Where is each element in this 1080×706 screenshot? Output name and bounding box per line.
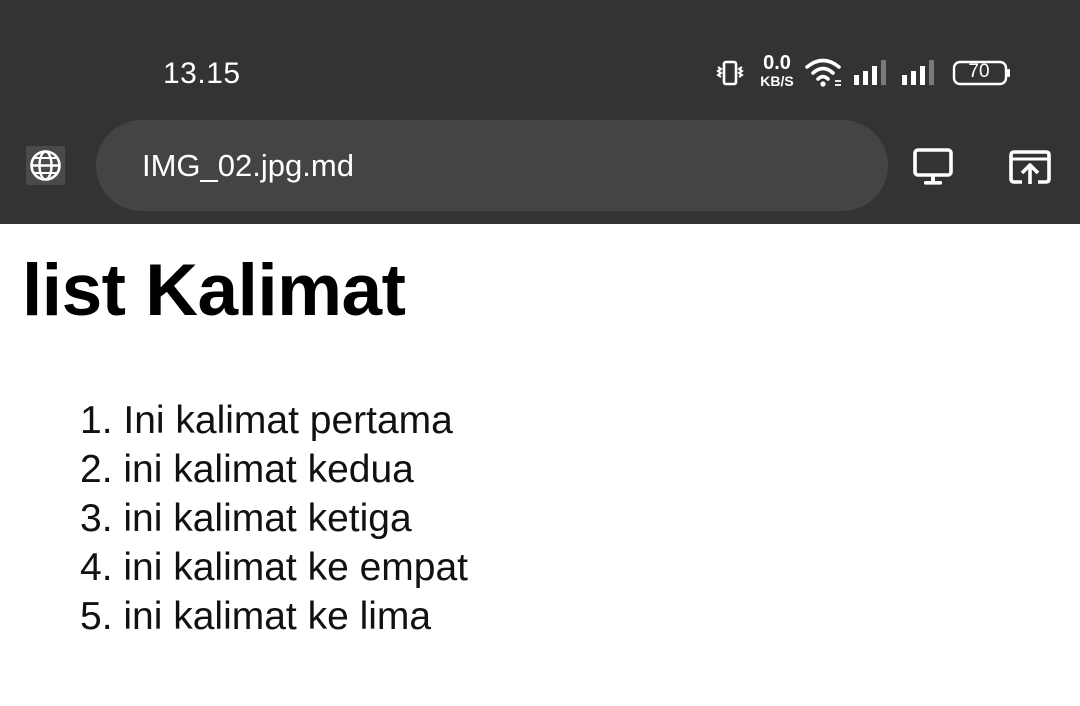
list-item: 4. ini kalimat ke empat <box>80 546 469 589</box>
url-text[interactable]: IMG_02.jpg.md <box>142 146 354 186</box>
globe-icon <box>30 150 61 181</box>
network-speed-value: 0.0 <box>763 52 791 74</box>
open-in-app-icon <box>1009 150 1051 184</box>
signal-icon <box>902 60 934 85</box>
status-icons: 0.0 KB/S 70 <box>714 52 1014 94</box>
battery-indicator: 70 <box>952 60 1012 86</box>
wifi-icon <box>805 58 841 87</box>
browser-top-bar: 13.15 0.0 KB/S 70 IMG_02.jpg.md <box>0 0 1080 224</box>
page-title: list Kalimat <box>22 250 406 331</box>
vibrate-icon <box>716 60 744 86</box>
desktop-view-button[interactable] <box>910 145 956 189</box>
list-item: 1. Ini kalimat pertama <box>80 399 453 442</box>
list-item: 2. ini kalimat kedua <box>80 448 414 491</box>
list-item: 5. ini kalimat ke lima <box>80 595 432 638</box>
list-item: 3. ini kalimat ketiga <box>80 497 412 540</box>
address-bar[interactable]: IMG_02.jpg.md <box>96 120 888 211</box>
status-time: 13.15 <box>163 57 241 90</box>
open-in-app-button[interactable] <box>1007 145 1053 189</box>
signal-icon <box>854 60 886 85</box>
battery-level: 70 <box>968 61 990 82</box>
sentence-list: 1. Ini kalimat pertama 2. ini kalimat ke… <box>80 396 468 641</box>
network-speed: 0.0 KB/S <box>756 52 798 89</box>
site-info-button[interactable] <box>26 146 65 185</box>
network-speed-unit: KB/S <box>760 73 794 89</box>
desktop-icon <box>913 148 953 185</box>
